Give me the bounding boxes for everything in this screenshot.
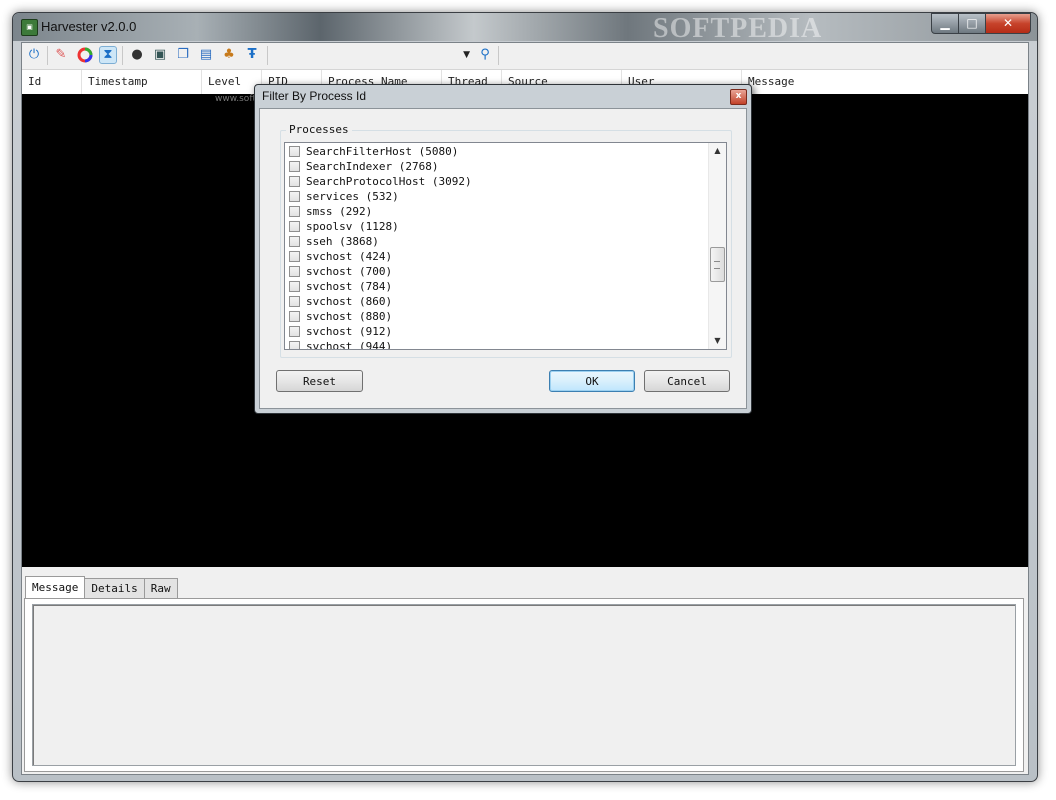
list-item[interactable]: svchost (860) bbox=[285, 294, 709, 309]
process-label: services (532) bbox=[306, 190, 399, 203]
dialog-body: Processes SearchFilterHost (5080) SearchI… bbox=[259, 108, 747, 409]
cancel-button[interactable]: Cancel bbox=[644, 370, 730, 392]
tab-raw[interactable]: Raw bbox=[143, 578, 178, 598]
process-label: smss (292) bbox=[306, 205, 373, 218]
process-checkbox[interactable] bbox=[289, 236, 300, 247]
column-id[interactable]: Id bbox=[22, 70, 82, 94]
process-label: spoolsv (1128) bbox=[306, 220, 399, 233]
process-label: SearchProtocolHost (3092) bbox=[306, 175, 472, 188]
maximize-button[interactable]: □ bbox=[959, 13, 986, 34]
process-label: svchost (912) bbox=[306, 325, 393, 338]
process-label: SearchFilterHost (5080) bbox=[306, 145, 459, 158]
scroll-up-arrow-icon[interactable]: ▲ bbox=[709, 143, 726, 159]
toolbar-separator bbox=[267, 46, 268, 65]
message-textbox[interactable] bbox=[32, 604, 1016, 766]
process-checkbox[interactable] bbox=[289, 311, 300, 322]
process-checkbox[interactable] bbox=[289, 251, 300, 262]
caption-buttons: ▁ □ ✕ bbox=[931, 13, 1031, 34]
column-timestamp[interactable]: Timestamp bbox=[82, 70, 202, 94]
list-item[interactable]: SearchProtocolHost (3092) bbox=[285, 174, 709, 189]
tab-details[interactable]: Details bbox=[84, 578, 145, 598]
toolbar-separator bbox=[122, 46, 123, 65]
process-label: SearchIndexer (2768) bbox=[306, 160, 439, 173]
list-item[interactable]: svchost (784) bbox=[285, 279, 709, 294]
process-checkbox[interactable] bbox=[289, 341, 300, 349]
list-item[interactable]: SearchFilterHost (5080) bbox=[285, 144, 709, 159]
process-label: svchost (860) bbox=[306, 295, 393, 308]
process-checkbox[interactable] bbox=[289, 146, 300, 157]
scroll-down-arrow-icon[interactable]: ▼ bbox=[709, 333, 726, 349]
title-bar[interactable]: ▣ Harvester v2.0.0 SOFTPEDIA ▁ □ ✕ bbox=[13, 13, 1037, 44]
tab-panel bbox=[24, 598, 1024, 772]
process-checkbox[interactable] bbox=[289, 281, 300, 292]
process-checkbox[interactable] bbox=[289, 326, 300, 337]
processes-group-label: Processes bbox=[286, 123, 352, 136]
list-scrollbar[interactable]: ▲ ▼ bbox=[708, 143, 726, 349]
form-icon[interactable]: ▤ bbox=[197, 46, 215, 64]
list-item[interactable]: svchost (700) bbox=[285, 264, 709, 279]
app-icon: ▣ bbox=[21, 19, 38, 36]
list-item[interactable]: svchost (424) bbox=[285, 249, 709, 264]
users-icon[interactable]: ♣ bbox=[220, 46, 238, 64]
toolbar-separator bbox=[498, 46, 499, 65]
process-checkbox[interactable] bbox=[289, 206, 300, 217]
toolbar-separator bbox=[47, 46, 48, 65]
process-checkbox[interactable] bbox=[289, 266, 300, 277]
process-label: svchost (944) bbox=[306, 340, 393, 350]
tab-message[interactable]: Message bbox=[25, 576, 86, 598]
filter-icon[interactable]: ⧗ bbox=[99, 46, 117, 64]
chevron-down-icon[interactable]: ▼ bbox=[463, 46, 470, 65]
list-item[interactable]: svchost (880) bbox=[285, 309, 709, 324]
process-checkbox[interactable] bbox=[289, 221, 300, 232]
windows-icon[interactable]: ❐ bbox=[174, 46, 192, 64]
search-icon[interactable]: ⚲ bbox=[476, 46, 494, 64]
process-checkbox[interactable] bbox=[289, 191, 300, 202]
dialog-close-button[interactable]: x bbox=[730, 89, 747, 105]
process-items: SearchFilterHost (5080) SearchIndexer (27… bbox=[285, 144, 709, 350]
detail-tabs: Message Details Raw bbox=[25, 576, 178, 598]
ok-button[interactable]: OK bbox=[549, 370, 635, 392]
power-icon[interactable]: ⏻ bbox=[25, 46, 43, 64]
process-label: svchost (424) bbox=[306, 250, 393, 263]
toolbar: ⏻ ✎ ⧗ ● ▣ ❐ ▤ ♣ Ŧ ▼ ⚲ bbox=[22, 43, 1028, 68]
filter-by-process-dialog: Filter By Process Id x Processes SearchF… bbox=[254, 84, 752, 414]
list-item[interactable]: svchost (912) bbox=[285, 324, 709, 339]
eraser-icon[interactable]: ✎ bbox=[52, 46, 70, 64]
column-level[interactable]: Level bbox=[202, 70, 262, 94]
process-label: svchost (880) bbox=[306, 310, 393, 323]
text-filter-icon[interactable]: Ŧ bbox=[243, 46, 261, 64]
process-checkbox[interactable] bbox=[289, 161, 300, 172]
scroll-thumb[interactable] bbox=[710, 247, 725, 282]
process-checkbox[interactable] bbox=[289, 176, 300, 187]
list-item[interactable]: sseh (3868) bbox=[285, 234, 709, 249]
grip-icon bbox=[714, 261, 720, 269]
list-item[interactable]: smss (292) bbox=[285, 204, 709, 219]
window-title: Harvester v2.0.0 bbox=[41, 19, 137, 34]
process-checkbox[interactable] bbox=[289, 296, 300, 307]
dialog-title: Filter By Process Id bbox=[262, 89, 367, 103]
process-label: sseh (3868) bbox=[306, 235, 379, 248]
monitor-icon[interactable]: ▣ bbox=[151, 46, 169, 64]
reset-button[interactable]: Reset bbox=[276, 370, 363, 392]
process-label: svchost (784) bbox=[306, 280, 393, 293]
softpedia-watermark: SOFTPEDIA bbox=[653, 13, 823, 44]
ghost-icon[interactable]: ● bbox=[128, 46, 146, 64]
process-checklist[interactable]: SearchFilterHost (5080) SearchIndexer (27… bbox=[284, 142, 727, 350]
minimize-button[interactable]: ▁ bbox=[931, 13, 959, 34]
list-item[interactable]: SearchIndexer (2768) bbox=[285, 159, 709, 174]
list-item[interactable]: spoolsv (1128) bbox=[285, 219, 709, 234]
list-item[interactable]: services (532) bbox=[285, 189, 709, 204]
color-wheel-icon[interactable] bbox=[76, 46, 94, 64]
list-item[interactable]: svchost (944) bbox=[285, 339, 709, 350]
column-message[interactable]: Message bbox=[742, 70, 1028, 94]
process-filter-dropdown[interactable]: ▼ bbox=[272, 46, 472, 65]
close-button[interactable]: ✕ bbox=[986, 13, 1031, 34]
process-label: svchost (700) bbox=[306, 265, 393, 278]
